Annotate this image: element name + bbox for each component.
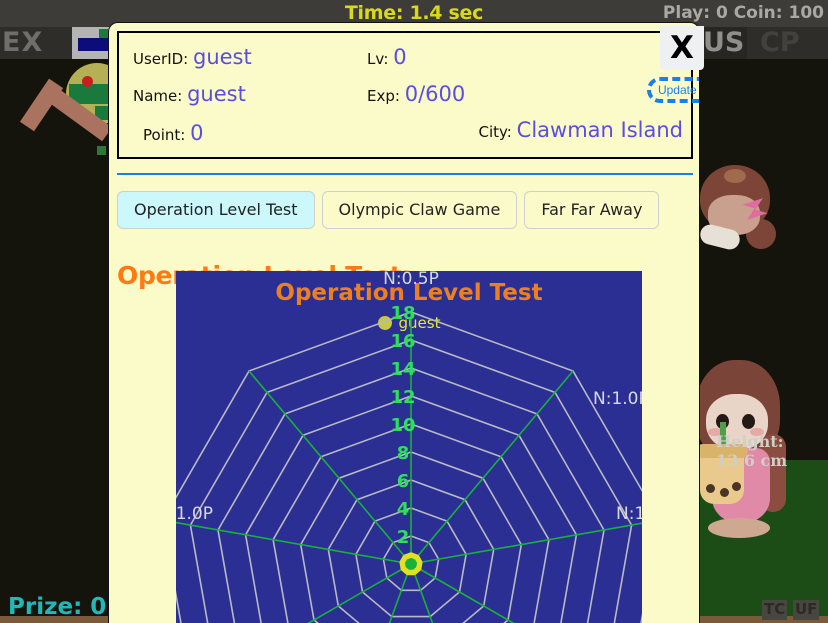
tab-bar: Operation Level Test Olympic Claw Game Far… xyxy=(117,191,666,229)
svg-text:N:1.5P: N:1.5P xyxy=(616,504,642,524)
level-value: 0 xyxy=(393,45,407,69)
svg-text:6: 6 xyxy=(397,471,410,492)
level-label: Lv: xyxy=(367,50,389,68)
tab-olympic-claw-game[interactable]: Olympic Claw Game xyxy=(321,191,518,229)
uf-button[interactable]: UF xyxy=(793,600,820,620)
svg-text:18: 18 xyxy=(390,303,415,324)
tab-far-far-away[interactable]: Far Far Away xyxy=(524,191,660,229)
update-info-button[interactable]: Update Info xyxy=(647,77,699,103)
height-readout: Height: 13.6 cm xyxy=(716,432,788,470)
name-row: Name: guest xyxy=(133,82,246,106)
svg-text:10: 10 xyxy=(390,415,415,436)
tc-button[interactable]: TC xyxy=(762,600,788,620)
name-label: Name: xyxy=(133,87,183,105)
prize-readout: Prize: 0 xyxy=(8,594,107,620)
claw-pivot-dot xyxy=(82,76,93,87)
exp-label: Exp: xyxy=(367,87,400,105)
point-row: Point: 0 xyxy=(143,121,203,145)
green-pixel-marker xyxy=(97,146,106,155)
point-value: 0 xyxy=(190,121,204,145)
svg-text:14: 14 xyxy=(390,359,415,380)
exp-row: Exp: 0/600 xyxy=(367,82,465,106)
svg-text:M:1.0P: M:1.0P xyxy=(176,504,213,524)
svg-text:N:0.5P: N:0.5P xyxy=(383,271,439,289)
tab-operation-level-test[interactable]: Operation Level Test xyxy=(117,191,315,229)
city-label: City: xyxy=(478,123,512,141)
userid-value: guest xyxy=(193,45,252,69)
point-label: Point: xyxy=(143,126,186,144)
profile-dialog: UserID: guest Name: guest Point: 0 Lv: 0… xyxy=(108,22,700,623)
svg-text:16: 16 xyxy=(390,331,415,352)
userid-row: UserID: guest xyxy=(133,45,252,69)
close-dialog-button[interactable]: X xyxy=(660,26,704,70)
exp-value: 0/600 xyxy=(404,82,466,106)
ex-label: EX xyxy=(2,27,44,58)
cp-label: CP xyxy=(760,27,800,58)
radar-chart-svg: 2 4 6 8 10 12 14 16 18 N:0.5P N:1.0P N:1.5P M:1.0P xyxy=(176,271,642,623)
plush-toy-bear xyxy=(698,165,778,290)
minimap-green-zone xyxy=(99,29,108,38)
us-label: US xyxy=(700,27,748,59)
svg-text:4: 4 xyxy=(397,499,410,520)
user-info-box: UserID: guest Name: guest Point: 0 Lv: 0… xyxy=(117,31,699,159)
section-divider xyxy=(117,173,693,175)
city-value: Clawman Island xyxy=(516,118,683,142)
svg-text:12: 12 xyxy=(390,387,415,408)
name-value: guest xyxy=(187,82,246,106)
radar-chart-panel: Operation Level Test guest 2 4 6 8 10 12 14 16 1… xyxy=(176,271,642,623)
userid-label: UserID: xyxy=(133,50,189,68)
city-row: City: Clawman Island xyxy=(479,118,684,142)
svg-text:8: 8 xyxy=(397,443,410,464)
svg-text:N:1.0P: N:1.0P xyxy=(593,389,642,409)
level-row: Lv: 0 xyxy=(367,45,407,69)
svg-text:2: 2 xyxy=(397,527,410,548)
